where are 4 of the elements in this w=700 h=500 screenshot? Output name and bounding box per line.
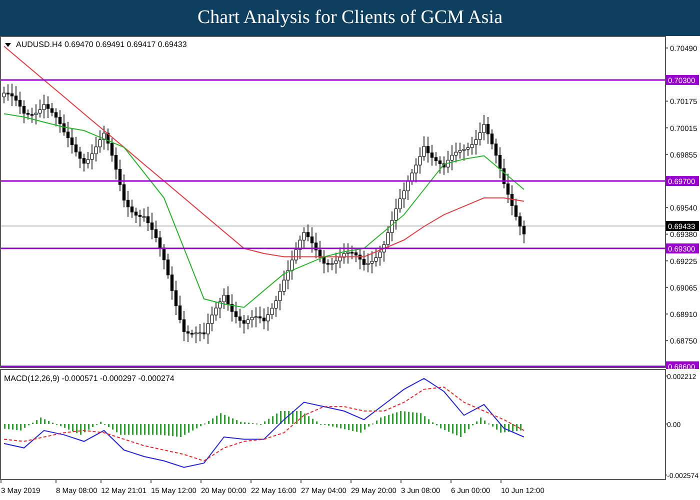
dropdown-icon[interactable] [5,43,11,47]
banner-title: Chart Analysis for Clients of GCM Asia [197,7,503,29]
chart-header: AUDUSD.H4 0.69470 0.69491 0.69417 0.69433 [16,40,187,49]
macd-header: MACD(12,26,9) -0.000571 -0.000297 -0.000274 [4,374,174,383]
